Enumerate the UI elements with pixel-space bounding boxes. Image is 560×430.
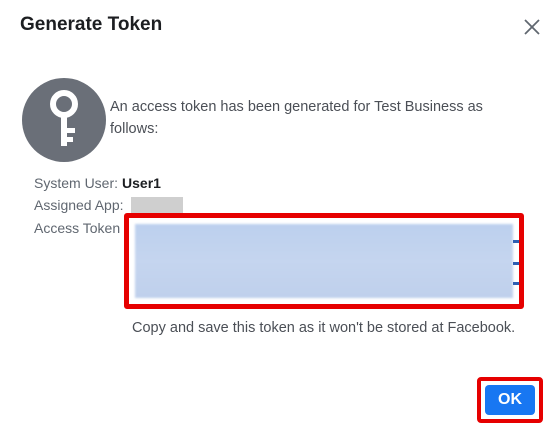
ok-button[interactable]: OK — [485, 385, 535, 415]
save-token-note: Copy and save this token as it won't be … — [132, 320, 516, 336]
system-user-value: User1 — [122, 175, 161, 191]
dialog-title: Generate Token — [20, 14, 163, 35]
token-text-edge — [513, 240, 519, 243]
system-user-row: System User: User1 — [34, 175, 161, 191]
key-avatar — [22, 78, 106, 162]
key-icon — [50, 90, 78, 146]
access-token-value-redacted[interactable] — [124, 213, 524, 309]
token-redaction-blur — [135, 224, 513, 298]
close-button[interactable] — [522, 17, 542, 37]
intro-text: An access token has been generated for T… — [110, 99, 483, 137]
close-icon — [524, 19, 540, 35]
ok-button-highlight: OK — [477, 377, 543, 423]
assigned-app-label: Assigned App: — [34, 197, 124, 213]
assigned-app-row: Assigned App: — [34, 197, 124, 213]
token-text-edge — [513, 262, 519, 265]
system-user-label: System User: — [34, 175, 119, 191]
generate-token-dialog: Generate Token An access token has been … — [0, 0, 560, 430]
access-token-row: Access Token — [34, 220, 120, 236]
assigned-app-value-redacted — [131, 197, 183, 213]
access-token-label: Access Token — [34, 220, 121, 236]
token-text-edge — [513, 282, 519, 285]
